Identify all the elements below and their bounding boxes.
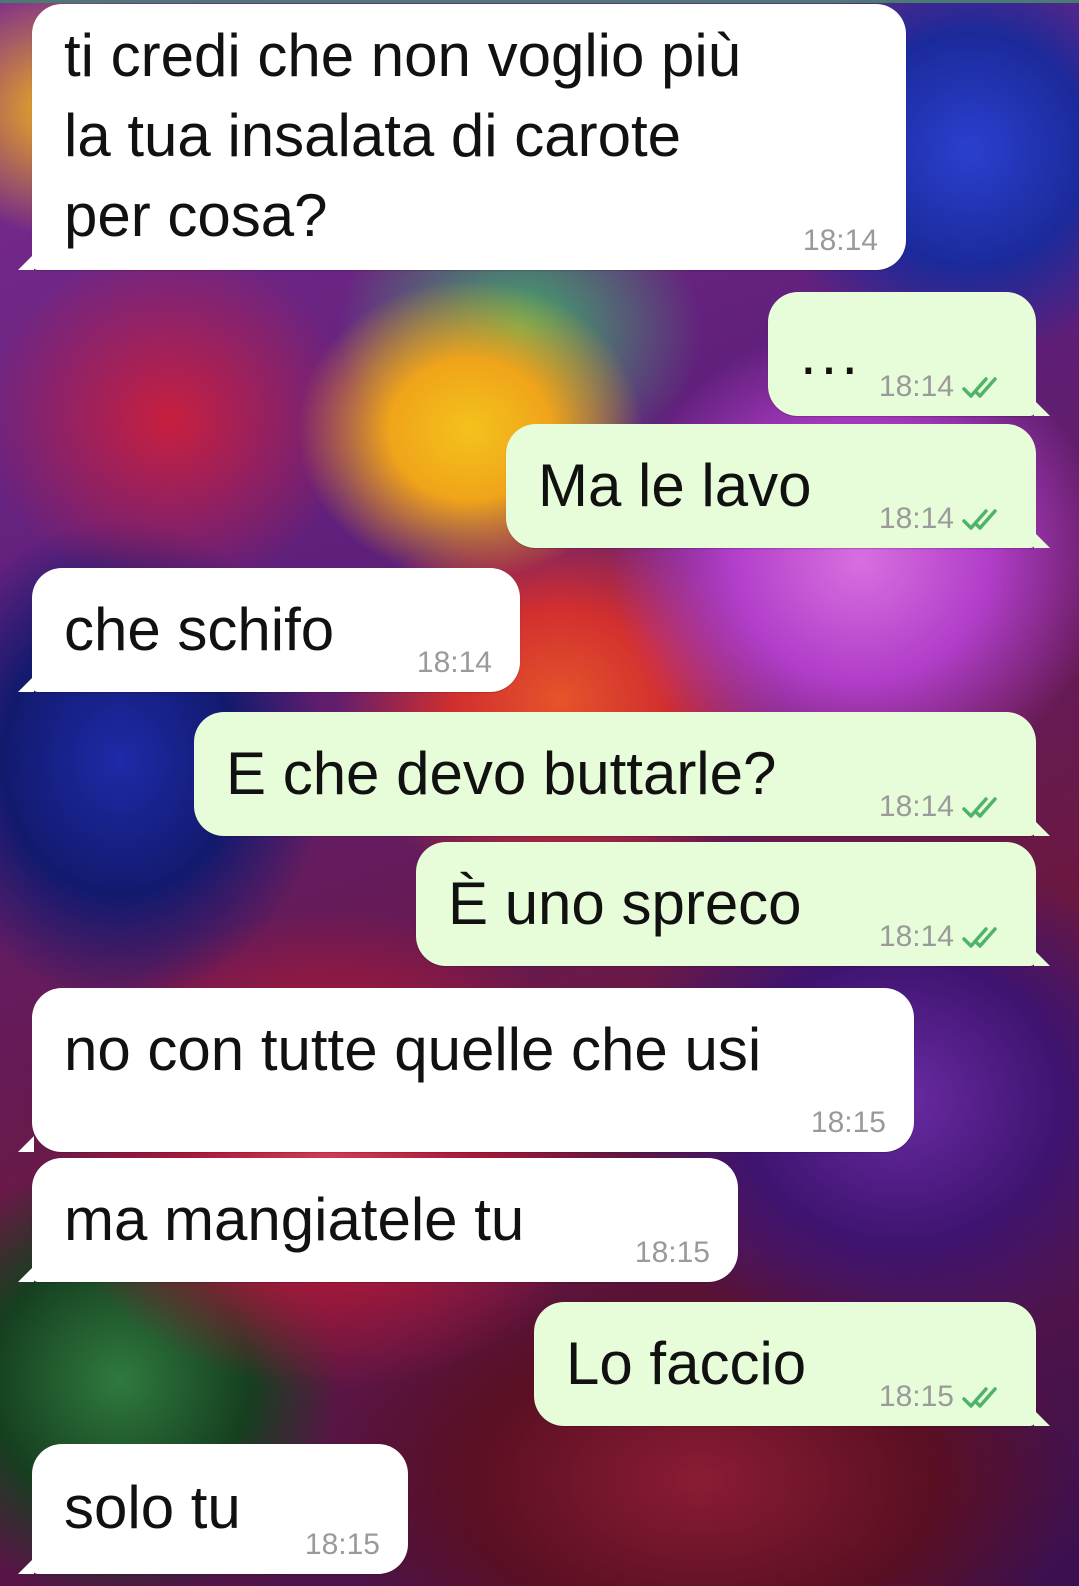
message-text-line: per cosa?	[64, 182, 328, 249]
top-bar-edge	[0, 0, 1079, 3]
message-timestamp: 18:14	[802, 224, 878, 257]
message-meta: 18:15	[305, 1530, 380, 1560]
message-bubble-incoming[interactable]: no con tutte quelle che usi 18:15	[18, 988, 914, 1152]
message-bubble-incoming[interactable]: ma mangiatele tu 18:15	[18, 1158, 738, 1282]
message-timestamp: 18:14	[878, 920, 954, 953]
message-bubble-incoming[interactable]: che schifo 18:14	[18, 568, 520, 692]
message-timestamp: 18:14	[878, 370, 954, 403]
message-bubble-incoming[interactable]: ti credi che non voglio più la tua insal…	[18, 4, 906, 270]
message-meta: 18:15	[879, 1382, 1008, 1412]
message-bubble-outgoing[interactable]: E che devo buttarle? 18:14	[194, 712, 1050, 836]
double-check-icon	[962, 377, 997, 398]
message-timestamp: 18:15	[304, 1528, 380, 1561]
double-check-icon	[962, 509, 997, 530]
message-bubble-outgoing[interactable]: ... 18:14	[768, 292, 1050, 416]
message-meta: 18:14	[879, 792, 1008, 822]
message-bubble-outgoing[interactable]: Ma le lavo 18:14	[506, 424, 1050, 548]
message-timestamp: 18:14	[878, 502, 954, 535]
message-meta: 18:15	[811, 1108, 886, 1138]
message-meta: 18:14	[879, 504, 1008, 534]
message-text-line: la tua insalata di carote	[64, 102, 682, 169]
message-meta: 18:14	[417, 648, 492, 678]
message-timestamp: 18:14	[416, 646, 492, 679]
double-check-icon	[962, 1387, 997, 1408]
message-timestamp: 18:15	[810, 1106, 886, 1139]
message-bubble-incoming[interactable]: solo tu 18:15	[18, 1444, 408, 1574]
message-bubble-outgoing[interactable]: Lo faccio 18:15	[534, 1302, 1050, 1426]
message-timestamp: 18:15	[878, 1380, 954, 1413]
message-bubble-outgoing[interactable]: È uno spreco 18:14	[416, 842, 1050, 966]
message-meta: 18:14	[879, 372, 1008, 402]
double-check-icon	[962, 797, 997, 818]
message-text-line: ti credi che non voglio più	[64, 22, 742, 89]
message-meta: 18:15	[635, 1238, 710, 1268]
double-check-icon	[962, 927, 997, 948]
message-timestamp: 18:15	[634, 1236, 710, 1269]
message-meta: 18:14	[879, 922, 1008, 952]
message-meta: 18:14	[803, 226, 878, 256]
message-text: ma mangiatele tu	[64, 1186, 525, 1253]
message-timestamp: 18:14	[878, 790, 954, 823]
message-text: no con tutte quelle che usi	[64, 1016, 762, 1083]
